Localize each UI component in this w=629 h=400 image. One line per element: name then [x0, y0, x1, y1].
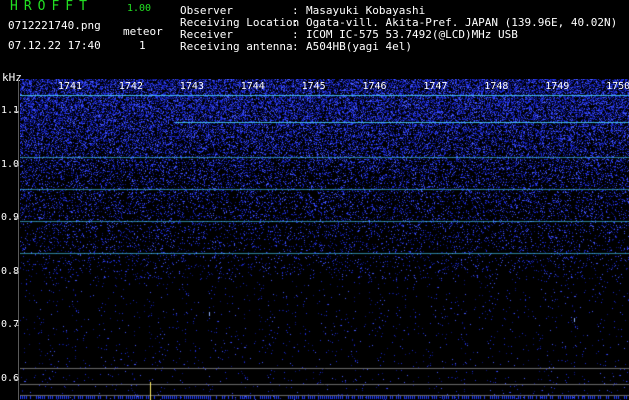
time-tick-label: 1747	[423, 81, 448, 92]
frequency-tick-mark	[14, 325, 19, 327]
file-name: 0712221740.png	[8, 19, 101, 32]
time-tick-label: 1743	[179, 81, 204, 92]
frequency-axis-line	[18, 79, 19, 400]
app-version: 1.00	[127, 3, 152, 14]
event-count: 1	[139, 39, 146, 52]
info-label-antenna: Receiving antenna	[180, 40, 293, 53]
hrofft-window: HROFFT 1.00 0712221740.png meteor 07.12.…	[0, 0, 629, 400]
info-separator: :	[292, 40, 299, 53]
time-tick-label: 1742	[118, 81, 143, 92]
time-tick-label: 1745	[301, 81, 326, 92]
frequency-tick-mark	[14, 111, 19, 113]
spectrogram	[20, 79, 629, 400]
time-tick-label: 1746	[362, 81, 387, 92]
time-tick-label: 1748	[484, 81, 509, 92]
app-title: HROFFT	[10, 0, 93, 14]
time-tick-label: 1744	[240, 81, 265, 92]
time-tick-label: 1749	[545, 81, 570, 92]
frequency-tick-mark	[14, 271, 19, 273]
time-tick-label: 1750	[606, 81, 629, 92]
info-value-antenna: A504HB(yagi 4el)	[306, 40, 412, 53]
frequency-tick-mark	[14, 164, 19, 166]
frequency-tick-mark	[14, 378, 19, 380]
frequency-tick-mark	[14, 218, 19, 220]
time-tick-label: 1741	[58, 81, 83, 92]
date-time: 07.12.22 17:40	[8, 39, 101, 52]
spectrogram-canvas	[20, 79, 629, 400]
event-label: meteor	[123, 25, 163, 38]
